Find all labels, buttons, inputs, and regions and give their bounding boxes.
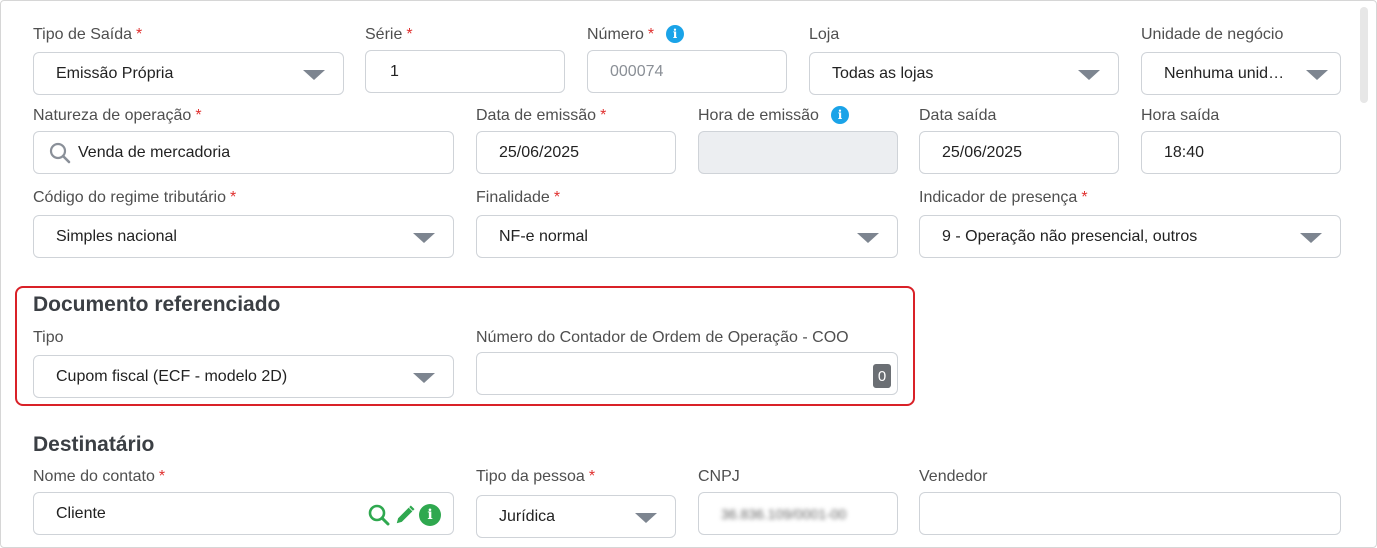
doc-tipo-select[interactable]: Cupom fiscal (ECF - modelo 2D) (33, 355, 454, 398)
cnpj-label: CNPJ (698, 468, 740, 485)
hora-emissao-input (698, 131, 898, 174)
cnpj-input[interactable]: 36.836.109/0001-00 (698, 492, 898, 535)
destinatario-title: Destinatário (33, 433, 155, 456)
data-emissao-label: Data de emissão * (476, 107, 607, 124)
tipo-saida-value: Emissão Própria (56, 64, 174, 82)
vendedor-input[interactable] (919, 492, 1341, 535)
serie-label: Série * (365, 26, 413, 43)
finalidade-value: NF-e normal (499, 227, 588, 245)
cnpj-value: 36.836.109/0001-00 (721, 505, 847, 522)
info-icon[interactable]: i (419, 504, 441, 526)
data-emissao-input[interactable]: 25/06/2025 (476, 131, 676, 174)
nome-contato-label: Nome do contato * (33, 468, 166, 485)
chevron-down-icon (857, 232, 879, 243)
char-counter-badge: 0 (873, 364, 891, 388)
chevron-down-icon (413, 232, 435, 243)
chevron-down-icon (1306, 69, 1328, 80)
hora-saida-value: 18:40 (1164, 143, 1205, 161)
regime-tributario-label: Código do regime tributário * (33, 189, 237, 206)
chevron-down-icon (1300, 232, 1322, 243)
coo-label: Número do Contador de Ordem de Operação … (476, 329, 849, 346)
coo-input[interactable]: 0 (476, 352, 898, 395)
data-saida-label: Data saída (919, 107, 997, 124)
finalidade-select[interactable]: NF-e normal (476, 215, 898, 258)
indicador-presenca-value: 9 - Operação não presencial, outros (942, 227, 1198, 245)
natureza-operacao-input[interactable]: Venda de mercadoria (33, 131, 454, 174)
chevron-down-icon (303, 69, 325, 80)
pencil-icon[interactable] (394, 504, 416, 526)
documento-referenciado-title: Documento referenciado (33, 293, 281, 316)
search-icon[interactable] (367, 503, 391, 527)
natureza-operacao-label: Natureza de operação * (33, 107, 202, 124)
data-saida-value: 25/06/2025 (942, 143, 1023, 161)
unidade-negocio-value: Nenhuma unid… (1164, 64, 1285, 82)
doc-tipo-label: Tipo (33, 329, 64, 346)
info-icon[interactable]: i (666, 25, 684, 43)
tipo-pessoa-label: Tipo da pessoa * (476, 468, 596, 485)
tipo-saida-select[interactable]: Emissão Própria (33, 52, 344, 95)
vendedor-label: Vendedor (919, 468, 988, 485)
chevron-down-icon (635, 512, 657, 523)
tipo-pessoa-value: Jurídica (499, 507, 556, 525)
nfe-form-card: Tipo de Saída * Emissão Própria Série * 1 … (0, 0, 1377, 548)
numero-input[interactable]: 000074 (587, 50, 787, 93)
chevron-down-icon (413, 372, 435, 383)
chevron-down-icon (1078, 69, 1100, 80)
regime-tributario-value: Simples nacional (56, 227, 177, 245)
numero-placeholder: 000074 (610, 62, 664, 80)
nome-contato-value: Cliente (56, 504, 106, 522)
indicador-presenca-label: Indicador de presença * (919, 189, 1088, 206)
data-emissao-value: 25/06/2025 (499, 143, 580, 161)
contact-actions: i (367, 503, 441, 527)
serie-value: 1 (390, 62, 399, 80)
unidade-negocio-select[interactable]: Nenhuma unid… (1141, 52, 1341, 95)
hora-saida-label: Hora saída (1141, 107, 1220, 124)
indicador-presenca-select[interactable]: 9 - Operação não presencial, outros (919, 215, 1341, 258)
hora-emissao-label: Hora de emissão (698, 107, 819, 124)
loja-label: Loja (809, 26, 840, 43)
tipo-pessoa-select[interactable]: Jurídica (476, 495, 676, 538)
regime-tributario-select[interactable]: Simples nacional (33, 215, 454, 258)
unidade-negocio-label: Unidade de negócio (1141, 26, 1284, 43)
nome-contato-input[interactable]: Cliente i (33, 492, 454, 535)
serie-input[interactable]: 1 (365, 50, 565, 93)
doc-tipo-value: Cupom fiscal (ECF - modelo 2D) (56, 367, 288, 385)
search-icon[interactable] (48, 141, 72, 165)
info-icon[interactable]: i (831, 106, 849, 124)
loja-select[interactable]: Todas as lojas (809, 52, 1119, 95)
tipo-saida-label: Tipo de Saída * (33, 26, 143, 43)
finalidade-label: Finalidade * (476, 189, 561, 206)
data-saida-input[interactable]: 25/06/2025 (919, 131, 1119, 174)
hora-saida-input[interactable]: 18:40 (1141, 131, 1341, 174)
loja-value: Todas as lojas (832, 64, 934, 82)
numero-label: Número * (587, 26, 655, 43)
natureza-operacao-value: Venda de mercadoria (78, 143, 231, 161)
